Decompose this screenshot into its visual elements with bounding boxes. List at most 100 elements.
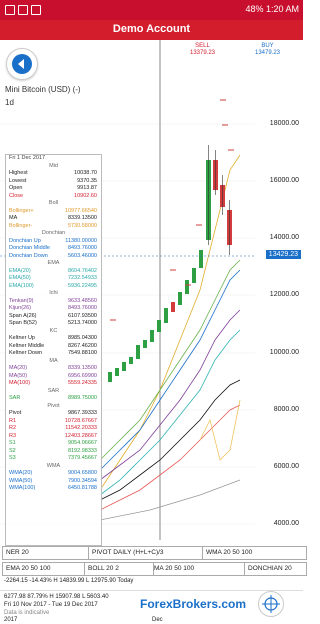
info-value: 7549.88100 — [67, 350, 97, 356]
crosshair-button[interactable] — [258, 591, 284, 617]
info-row: Pivot 9867.39333 — [6, 410, 101, 418]
chip-ema[interactable]: EMA 20 50 100 — [2, 562, 88, 576]
info-row: R3 12403.28667 — [6, 433, 101, 441]
candles — [108, 145, 232, 382]
info-key: EMA(100) — [9, 282, 34, 289]
info-panel: Fri 1 Dec 2017 Mid Highest 10038.70 Lowest 9… — [5, 154, 102, 546]
info-row: SAR 8989.75000 — [6, 395, 101, 403]
info-value: 8339.13500 — [67, 215, 97, 221]
info-value: 12403.28667 — [64, 432, 97, 439]
info-groups: Mid Highest 10038.70 Lowest 9370.35 Open 9913.… — [6, 163, 101, 493]
info-row: EMA(20) 8604.76402 — [6, 268, 101, 276]
info-row: Bollinger- 5730.58000 — [6, 223, 101, 231]
info-row: WMA(100) 6450.81788 — [6, 485, 101, 493]
info-row: WMA(20) 9004.65800 — [6, 470, 101, 478]
chart-area[interactable]: SELL 13379.23 BUY 13479.23 Mini Bitcoin … — [0, 40, 303, 546]
info-key: R3 — [9, 432, 17, 439]
crosshair-icon — [262, 595, 280, 613]
info-date: Fri 1 Dec 2017 — [9, 155, 46, 161]
info-value: 8493.76000 — [67, 245, 97, 251]
info-value: 10977.66540 — [64, 207, 97, 214]
info-value: 9370.35 — [77, 177, 97, 184]
info-group-heading: SAR — [47, 387, 60, 394]
info-group-heading: KC — [49, 327, 58, 334]
info-key: S1 — [9, 440, 16, 446]
info-key: Open — [9, 185, 23, 191]
info-value: 8989.75000 — [67, 395, 97, 401]
info-key: R1 — [9, 417, 17, 424]
info-row: Donchian Down 5603.46000 — [6, 253, 101, 261]
sell-label: SELL — [195, 43, 210, 49]
info-key: Donchian Down — [9, 252, 48, 259]
info-row: Span A(26) 6107.93500 — [6, 313, 101, 321]
info-key: WMA(50) — [9, 477, 33, 484]
info-key: Lowest — [9, 177, 27, 184]
instrument-name: Mini Bitcoin (USD) (-) — [5, 85, 81, 94]
info-group-heading: Pivot — [47, 402, 60, 409]
info-row: Highest 10038.70 — [6, 170, 101, 178]
chip-donchian[interactable]: DONCHIAN 20 — [244, 562, 307, 576]
info-group-heading: Ichi — [49, 290, 58, 296]
back-button[interactable] — [6, 48, 38, 80]
info-key: MA(100) — [9, 380, 31, 386]
info-key: Donchian Up — [9, 237, 41, 244]
info-row: Keltner Middle 8267.46200 — [6, 343, 101, 351]
axis-label: 6000.00 — [273, 463, 299, 470]
info-key: Donchian Middle — [9, 245, 50, 251]
axis-label: 4000.00 — [273, 520, 299, 527]
back-arrow-icon — [12, 54, 32, 74]
info-value: 8339.13500 — [67, 365, 97, 371]
info-key: Keltner Down — [9, 350, 43, 356]
watermark: ForexBrokers.com — [140, 597, 247, 611]
info-row: Span B(52) 5213.74000 — [6, 320, 101, 328]
info-row: S1 9054.06667 — [6, 440, 101, 448]
info-value: 5603.46000 — [67, 252, 97, 259]
info-key: Close — [9, 192, 24, 199]
axis-label: 18000.00 — [269, 120, 299, 127]
info-row: EMA(100) 5936.22495 — [6, 283, 101, 291]
app-title: Demo Account — [112, 23, 191, 35]
info-value: 9913.87 — [77, 185, 97, 191]
info-value: 11542.20333 — [65, 425, 97, 431]
info-key: S3 — [9, 455, 16, 461]
chip-boll[interactable]: BOLL 20 2 — [84, 562, 154, 576]
axis-label: 16000.00 — [269, 177, 299, 184]
chip-pivot[interactable]: PIVOT DAILY (H+L+C)/3 — [88, 546, 206, 560]
info-key: Bollinger- — [9, 222, 33, 229]
info-key: S2 — [9, 447, 16, 454]
info-value: 9004.65800 — [67, 470, 97, 476]
info-row: MA(100) 5559.24335 — [6, 380, 101, 388]
info-group-heading: Donchian — [41, 230, 66, 236]
info-value: 7232.54933 — [67, 275, 97, 281]
info-row: Donchian Middle 8493.76000 — [6, 245, 101, 253]
info-value: 8267.46200 — [67, 342, 97, 349]
info-value: 6956.69900 — [67, 372, 97, 379]
notification-icon — [31, 5, 41, 15]
info-group-heading: Mid — [49, 162, 58, 169]
info-value: 6450.81788 — [67, 485, 97, 491]
info-row: S3 7379.45667 — [6, 455, 101, 463]
info-value: 5936.22495 — [67, 282, 97, 289]
app-bar: Demo Account — [0, 20, 303, 40]
info-value: 7379.45667 — [67, 455, 97, 461]
footer: 6277.98 87.79% H 15907.98 L 5603.40 Fri … — [0, 590, 303, 624]
info-key: SAR — [9, 395, 21, 401]
info-value: 8493.76000 — [67, 305, 97, 311]
chip-wma[interactable]: WMA 20 50 100 — [202, 546, 307, 560]
info-key: MA — [9, 215, 18, 221]
info-key: Kijun(26) — [9, 305, 32, 311]
chip-ma[interactable]: MA 20 50 100 — [150, 562, 248, 576]
chip-kc[interactable]: NER 20 — [2, 546, 92, 560]
sell-quote[interactable]: SELL 13379.23 — [180, 43, 225, 63]
info-value: 6107.93500 — [67, 312, 97, 319]
axis-label: 12000.00 — [269, 291, 299, 298]
info-row: Kijun(26) 8493.76000 — [6, 305, 101, 313]
info-row: WMA(50) 7900.34594 — [6, 478, 101, 486]
info-value: 8604.76402 — [67, 267, 97, 274]
info-row: Lowest 9370.35 — [6, 178, 101, 186]
info-key: Bollinger+ — [9, 207, 34, 214]
current-price-tag: 13429.23 — [265, 250, 301, 259]
info-value: 9867.39333 — [67, 410, 97, 416]
info-value: 7900.34594 — [67, 477, 97, 484]
info-row: Close 10902.60 — [6, 193, 101, 201]
